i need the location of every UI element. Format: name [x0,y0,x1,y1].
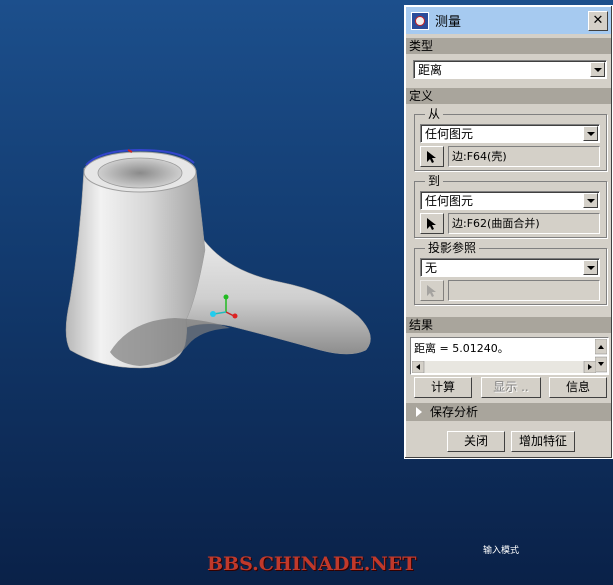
type-select-value: 距离 [418,63,443,77]
info-button[interactable]: 信息 [549,377,607,398]
from-entity-select[interactable]: 任何图元 [420,124,600,143]
from-pick-button[interactable] [420,146,444,167]
close-button[interactable]: 关闭 [447,431,505,452]
to-group-label: 到 [425,173,444,189]
to-entity-select[interactable]: 任何图元 [420,191,600,210]
projection-select[interactable]: 无 [420,258,600,277]
model-viewport[interactable] [0,0,405,585]
expand-arrow-icon [416,407,422,417]
arrow-cursor-icon [427,150,436,163]
watermark: BBS.CHINADE.NET [207,553,417,575]
result-hscrollbar[interactable] [412,361,596,373]
dialog-titlebar[interactable]: 测量 ✕ [406,7,611,34]
input-mode-status: 输入模式 [483,546,520,556]
projection-group-label: 投影参照 [425,240,480,256]
result-section-header: 结果 [406,317,611,333]
result-output[interactable]: 距离 = 5.01240。 [410,337,609,375]
chevron-down-icon[interactable] [583,193,598,208]
from-entity-value: 任何图元 [425,127,474,141]
close-icon[interactable]: ✕ [588,10,608,31]
projection-pick-button[interactable] [420,280,444,301]
measure-dialog: 测量 ✕ 类型 距离 定义 从 任何图元 边:F64(壳) 到 任何图元 边:F… [404,5,613,459]
to-entity-value: 任何图元 [425,194,474,208]
definition-section-header: 定义 [406,88,611,104]
to-reference-field[interactable]: 边:F62(曲面合并) [448,213,600,234]
projection-value: 无 [425,261,438,275]
arrow-cursor-icon [427,284,436,297]
faucet-model [65,148,371,369]
chevron-down-icon[interactable] [583,260,598,275]
from-reference-field[interactable]: 边:F64(壳) [448,146,600,167]
save-analysis-label: 保存分析 [430,405,479,419]
compute-button[interactable]: 计算 [414,377,472,398]
result-text: 距离 = 5.01240。 [414,342,509,355]
app-icon [411,11,429,30]
from-group-label: 从 [425,106,444,122]
arrow-cursor-icon [427,217,436,230]
save-analysis-expander[interactable]: 保存分析 [406,403,611,421]
type-select[interactable]: 距离 [413,60,607,79]
show-button[interactable]: 显示 .. [481,377,541,398]
projection-reference-field[interactable] [448,280,600,301]
dialog-title: 测量 [435,15,462,30]
type-section-header: 类型 [406,38,611,54]
chevron-down-icon[interactable] [583,126,598,141]
result-scrollbar[interactable] [595,339,607,373]
chevron-down-icon[interactable] [590,62,605,77]
to-pick-button[interactable] [420,213,444,234]
add-feature-button[interactable]: 增加特征 [511,431,575,452]
